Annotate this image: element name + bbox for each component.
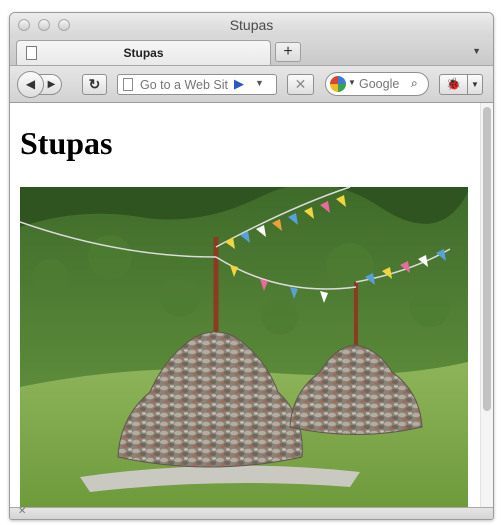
stop-x-icon: ✕ — [294, 76, 307, 92]
chevron-down-icon: ▼ — [471, 80, 479, 89]
chevron-down-icon[interactable]: ▼ — [472, 46, 481, 56]
scrollbar-thumb[interactable] — [483, 107, 491, 411]
search-input[interactable] — [359, 75, 409, 93]
reload-icon: ↻ — [88, 76, 101, 92]
search-icon[interactable]: ⌕ — [411, 76, 418, 91]
close-window-button[interactable] — [18, 19, 30, 31]
stupas-photo — [20, 187, 468, 507]
search-engine-dropdown-icon[interactable]: ▼ — [348, 78, 356, 87]
firebug-icon: 🐞 — [446, 77, 461, 91]
url-input[interactable] — [140, 76, 232, 93]
vertical-scrollbar[interactable] — [480, 103, 493, 507]
close-x-icon[interactable]: ✕ — [18, 506, 26, 517]
stop-button[interactable]: ✕ — [287, 74, 314, 95]
google-icon[interactable] — [330, 76, 346, 92]
tab-stupas[interactable]: Stupas — [16, 40, 271, 65]
search-box[interactable]: ▼ ⌕ — [325, 72, 429, 96]
page-icon — [123, 78, 133, 91]
zoom-window-button[interactable] — [58, 19, 70, 31]
forward-arrow-icon: ▶ — [47, 79, 56, 90]
minimize-window-button[interactable] — [38, 19, 50, 31]
page-content: Stupas — [10, 103, 480, 507]
new-tab-button[interactable]: + — [275, 42, 301, 62]
title-bar: Stupas — [10, 13, 493, 37]
tab-bar: Stupas + ▼ — [10, 37, 493, 66]
history-dropdown-icon[interactable]: ▼ — [255, 78, 264, 88]
window-title: Stupas — [229, 17, 274, 33]
status-bar: ✕ — [10, 506, 493, 519]
browser-window: Stupas Stupas + ▼ ▶ ◀ ↻ ▶ ▼ ✕ ▼ ⌕ 🐞 ▼ St… — [9, 12, 494, 520]
url-bar[interactable]: ▶ ▼ — [117, 74, 277, 95]
tab-label: Stupas — [123, 46, 164, 60]
navigation-toolbar: ▶ ◀ ↻ ▶ ▼ ✕ ▼ ⌕ 🐞 ▼ — [10, 66, 493, 103]
extension-button[interactable]: 🐞 — [439, 74, 468, 95]
page-heading: Stupas — [20, 125, 113, 161]
back-arrow-icon: ◀ — [25, 77, 36, 91]
back-button[interactable]: ◀ — [17, 71, 44, 98]
reload-button[interactable]: ↻ — [82, 74, 107, 95]
extension-dropdown-button[interactable]: ▼ — [467, 74, 483, 95]
go-arrow-icon[interactable]: ▶ — [234, 76, 244, 92]
